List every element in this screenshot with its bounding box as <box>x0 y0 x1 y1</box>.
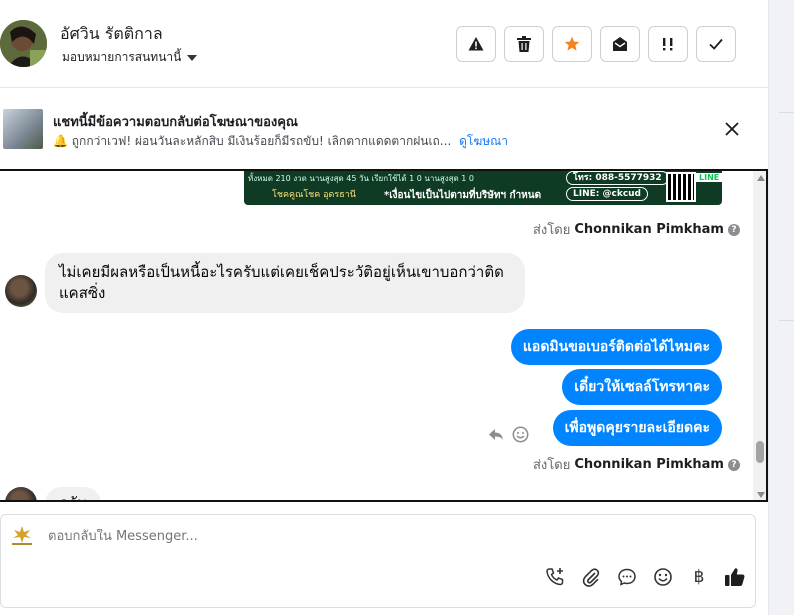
sent-by-name: Chonnikan Pimkham <box>574 222 724 237</box>
envelope-open-icon <box>613 37 627 51</box>
mark-done-button[interactable] <box>696 26 736 62</box>
report-spam-button[interactable] <box>456 26 496 62</box>
side-panel-edge <box>768 0 794 615</box>
attach-button[interactable] <box>577 563 605 591</box>
chat-scrollbar[interactable] <box>753 171 766 500</box>
sent-by-name: Chonnikan Pimkham <box>574 457 724 472</box>
ad-image-attachment[interactable]: ทั้งหมด 210 งวด นานสูงสุด 45 วัน เรียกใช… <box>244 171 722 205</box>
payment-button[interactable]: ฿ <box>685 563 713 591</box>
ad-image-phone: โทร: 088-5577932 <box>566 171 669 185</box>
bell-icon: 🔔 <box>53 134 68 148</box>
chat-bubble-icon <box>618 568 636 586</box>
call-button[interactable] <box>541 563 569 591</box>
conversation-header: อัศวิน รัตติกาล มอบหมายการสนทนานี้ <box>0 0 768 88</box>
mark-unread-button[interactable] <box>600 26 640 62</box>
close-icon[interactable] <box>722 119 742 139</box>
star-icon <box>564 36 580 51</box>
user-avatar[interactable] <box>0 20 47 67</box>
chevron-down-icon <box>187 54 198 61</box>
ad-image-line-tag: LINE <box>696 173 722 182</box>
scroll-up-icon[interactable] <box>757 175 765 181</box>
star-button[interactable] <box>552 26 592 62</box>
header-actions <box>456 26 736 62</box>
qr-code-icon <box>666 172 696 202</box>
emoji-button[interactable] <box>649 563 677 591</box>
page-logo <box>12 526 32 545</box>
view-ad-link[interactable]: ดูโฆษณา <box>459 134 508 148</box>
emoji-icon <box>654 568 672 586</box>
help-icon[interactable]: ? <box>727 223 740 236</box>
sent-by-prefix: ส่งโดย <box>533 223 571 238</box>
scroll-thumb[interactable] <box>756 441 764 463</box>
exclamation-icon <box>663 38 673 51</box>
paperclip-icon <box>582 568 600 587</box>
ad-image-brand: โชคคูณโชค อุดรธานี <box>272 190 356 200</box>
like-button[interactable] <box>721 563 749 591</box>
composer-toolbar: ฿ <box>541 563 749 591</box>
reply-input[interactable] <box>48 529 648 544</box>
ad-banner-subtitle: ถูกกว่าเวฟ! ผ่อนวันละหลักสิบ มีเงินร้อยก… <box>71 134 452 148</box>
ad-image-line-id: LINE: @ckcud <box>566 187 649 201</box>
phone-plus-icon <box>546 568 564 586</box>
message-thread[interactable]: ทั้งหมด 210 งวด นานสูงสุด 45 วัน เรียกใช… <box>0 169 768 502</box>
sender-avatar[interactable] <box>5 275 37 307</box>
reply-icon[interactable] <box>488 426 504 442</box>
reply-composer: ฿ <box>0 514 756 608</box>
saved-replies-button[interactable] <box>613 563 641 591</box>
follow-up-button[interactable] <box>648 26 688 62</box>
assign-conversation-dropdown[interactable]: มอบหมายการสนทนานี้ <box>62 48 198 67</box>
ad-image-slogan: *เงื่อนไขเป็นไปตามที่บริษัทฯ กำหนด <box>384 190 542 201</box>
ad-banner-title: แชทนี้มีข้อความตอบกลับต่อโฆษณาของคุณ <box>53 115 298 130</box>
assign-label: มอบหมายการสนทนานี้ <box>62 50 182 64</box>
delete-button[interactable] <box>504 26 544 62</box>
sender-avatar[interactable] <box>5 487 37 500</box>
ad-thumbnail[interactable] <box>3 109 43 149</box>
ad-image-topline: ทั้งหมด 210 งวด นานสูงสุด 45 วัน เรียกใช… <box>248 174 474 183</box>
sent-by-prefix: ส่งโดย <box>533 458 571 473</box>
ad-banner-subtitle-row: 🔔 ถูกกว่าเวฟ! ผ่อนวันละหลักสิบ มีเงินร้อ… <box>53 132 508 151</box>
user-name[interactable]: อัศวิน รัตติกาล <box>60 22 163 47</box>
conversation-panel: อัศวิน รัตติกาล มอบหมายการสนทนานี้ แชทนี… <box>0 0 768 615</box>
incoming-message-partial[interactable]: ครับ <box>45 487 101 500</box>
check-icon <box>709 38 723 50</box>
thumbs-up-icon <box>725 568 745 586</box>
ad-reply-banner: แชทนี้มีข้อความตอบกลับต่อโฆษณาของคุณ 🔔 ถ… <box>0 89 768 169</box>
sent-by-label: ส่งโดย Chonnikan Pimkham ? <box>533 454 740 475</box>
outgoing-message[interactable]: แอดมินขอเบอร์ติดต่อได้ไหมคะ <box>510 329 722 365</box>
baht-icon: ฿ <box>693 567 705 587</box>
outgoing-message[interactable]: เดี๋ยวให้เซลล์โทรหาคะ <box>562 369 722 405</box>
incoming-message[interactable]: ไม่เคยมีผลหรือเป็นหนี้อะไรครับแต่เคยเช็ค… <box>45 253 525 313</box>
sent-by-label: ส่งโดย Chonnikan Pimkham ? <box>533 219 740 240</box>
trash-icon <box>517 36 531 52</box>
warning-icon <box>468 37 484 51</box>
react-emoji-icon[interactable] <box>512 426 529 443</box>
outgoing-message[interactable]: เพื่อพูดคุยรายละเอียดคะ <box>552 410 722 446</box>
scroll-down-icon[interactable] <box>757 492 765 498</box>
help-icon[interactable]: ? <box>727 458 740 471</box>
